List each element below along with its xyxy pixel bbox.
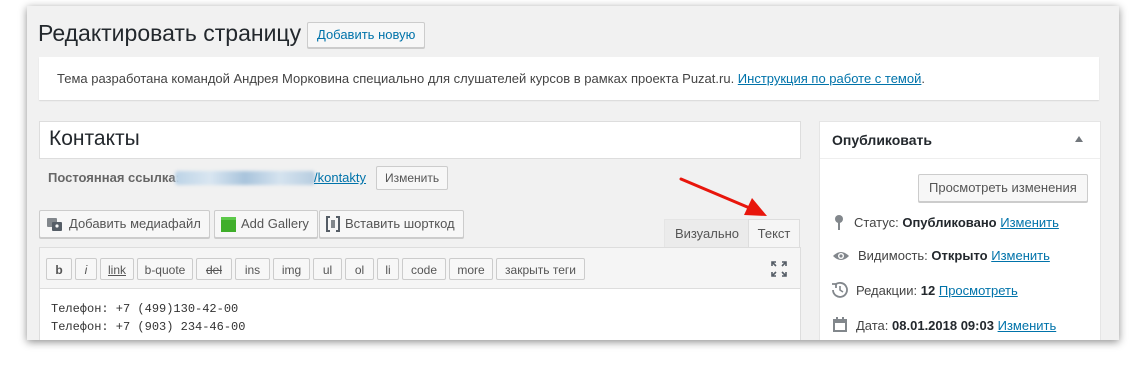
wp-admin-frame: Редактировать страницу Добавить новую Те… <box>27 6 1119 340</box>
qt-ins-button[interactable]: ins <box>235 258 270 280</box>
date-row: Дата: 08.01.2018 09:03 Изменить <box>832 317 1056 333</box>
add-gallery-button[interactable]: Add Gallery <box>214 210 318 238</box>
qt-link-button[interactable]: link <box>100 258 134 280</box>
notice-body: Тема разработана командой Андрея Моркови… <box>57 71 738 86</box>
publish-title: Опубликовать <box>832 132 932 148</box>
insert-shortcode-label: Вставить шорткод <box>345 216 455 231</box>
gallery-icon <box>221 216 236 232</box>
media-icon <box>47 218 62 231</box>
status-edit-link[interactable]: Изменить <box>1000 215 1059 230</box>
post-title-input[interactable]: Контакты <box>39 121 801 159</box>
qt-del-button[interactable]: del <box>196 258 232 280</box>
qt-italic-button[interactable]: i <box>75 258 97 280</box>
status-label: Статус: <box>854 214 899 230</box>
edit-permalink-button[interactable]: Изменить <box>376 166 449 190</box>
calendar-icon <box>833 317 847 332</box>
publish-header[interactable]: Опубликовать <box>820 122 1100 159</box>
permalink-blurred-domain <box>175 171 315 185</box>
visibility-value: Открыто <box>931 248 988 263</box>
fullscreen-icon[interactable] <box>771 261 787 277</box>
page-title: Редактировать страницу <box>38 20 302 46</box>
theme-notice: Тема разработана командой Андрея Моркови… <box>39 57 1099 100</box>
pin-icon <box>835 215 843 230</box>
add-new-button[interactable]: Добавить новую <box>307 22 426 48</box>
visibility-label: Видимость: <box>858 248 928 263</box>
quicktags-toolbar: b i link b-quote del ins img ul ol li co… <box>40 248 800 289</box>
permalink-label: Постоянная ссылка: <box>48 170 180 185</box>
content-line: Телефон: +7 (499)130-42-00 <box>51 302 239 316</box>
tab-text[interactable]: Текст <box>748 219 800 248</box>
qt-more-button[interactable]: more <box>449 258 493 280</box>
status-value: Опубликовано <box>902 214 997 230</box>
eye-icon <box>833 251 849 260</box>
revisions-label: Редакции: <box>856 282 918 298</box>
text-editor: b i link b-quote del ins img ul ol li co… <box>39 247 801 340</box>
notice-suffix: . <box>921 71 925 86</box>
date-edit-link[interactable]: Изменить <box>998 318 1057 333</box>
tab-visual[interactable]: Визуально <box>664 219 750 248</box>
add-media-label: Добавить медиафайл <box>69 216 201 231</box>
editor-content[interactable]: Телефон: +7 (499)130-42-00 Телефон: +7 (… <box>51 300 245 336</box>
qt-code-button[interactable]: code <box>402 258 446 280</box>
collapse-arrow-icon[interactable] <box>1075 136 1083 142</box>
revisions-view-link[interactable]: Просмотреть <box>939 283 1018 298</box>
qt-ul-button[interactable]: ul <box>313 258 342 280</box>
revisions-value: 12 <box>920 282 936 298</box>
insert-shortcode-button[interactable]: Вставить шорткод <box>319 210 464 238</box>
qt-close-tags-button[interactable]: закрыть теги <box>496 258 585 280</box>
notice-instructions-link[interactable]: Инструкция по работе с темой <box>738 71 922 86</box>
notice-text: Тема разработана командой Андрея Моркови… <box>57 71 925 86</box>
revisions-row: Редакции: 12 Просмотреть <box>832 282 1018 298</box>
add-media-button[interactable]: Добавить медиафайл <box>39 210 210 238</box>
history-icon <box>832 282 848 298</box>
add-gallery-label: Add Gallery <box>241 216 309 231</box>
visibility-row: Видимость: Открыто Изменить <box>832 248 1050 263</box>
shortcode-icon <box>326 216 340 232</box>
date-label: Дата: <box>856 317 889 333</box>
status-row: Статус: Опубликовано Изменить <box>832 214 1059 230</box>
date-value: 08.01.2018 09:03 <box>892 317 994 333</box>
visibility-edit-link[interactable]: Изменить <box>991 248 1050 263</box>
qt-bquote-button[interactable]: b-quote <box>137 258 193 280</box>
qt-li-button[interactable]: li <box>377 258 399 280</box>
preview-changes-button[interactable]: Просмотреть изменения <box>918 174 1088 202</box>
content-line: Телефон: +7 (903) 234-46-00 <box>51 320 246 334</box>
permalink-slug-link[interactable]: /kontakty <box>314 170 366 185</box>
qt-img-button[interactable]: img <box>273 258 310 280</box>
post-title-value: Контакты <box>49 127 140 150</box>
qt-ol-button[interactable]: ol <box>345 258 374 280</box>
publish-box: Опубликовать Просмотреть изменения Стату… <box>819 121 1101 340</box>
qt-bold-button[interactable]: b <box>46 258 72 280</box>
